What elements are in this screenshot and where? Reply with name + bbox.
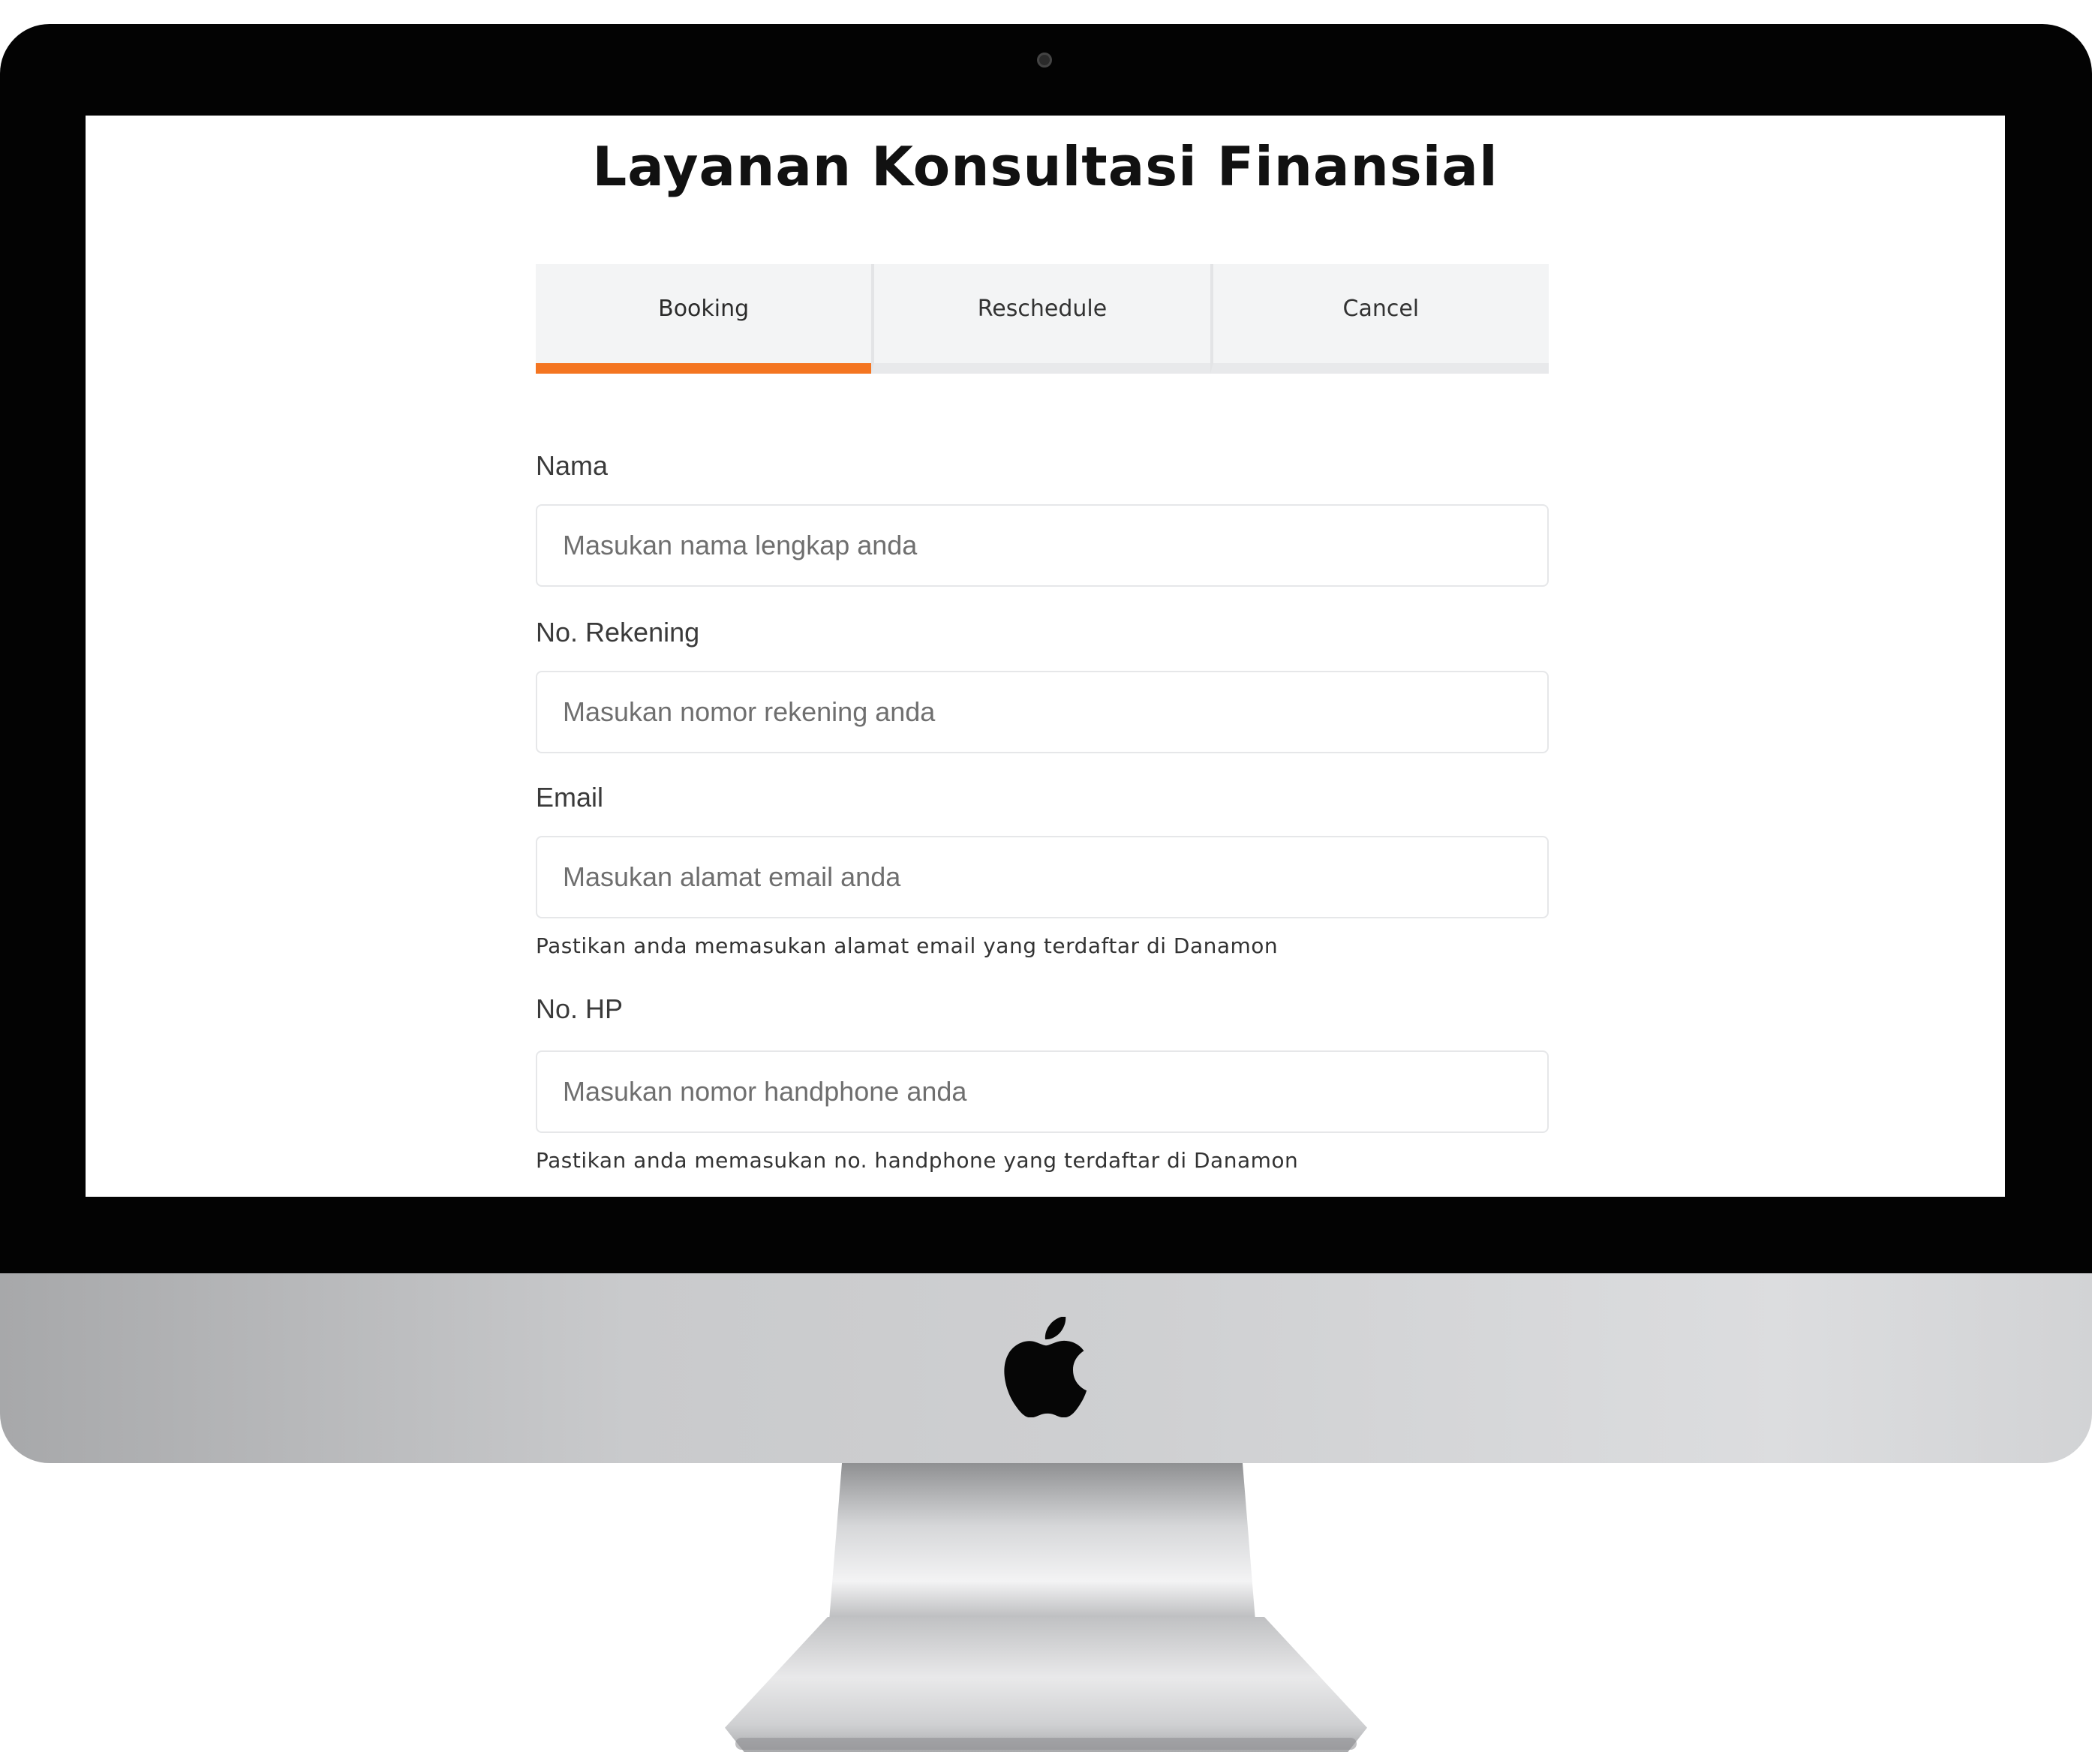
tab-reschedule[interactable]: Reschedule [871,264,1210,374]
monitor-stand-neck [829,1463,1255,1621]
page-title: Layanan Konsultasi Finansial [592,135,1498,198]
screen: Layanan Konsultasi Finansial Booking Res… [86,116,2005,1197]
nama-label: Nama [536,450,609,481]
apple-logo-icon [1004,1317,1087,1417]
camera-icon [1037,53,1052,68]
email-label: Email [536,782,604,813]
tab-cancel[interactable]: Cancel [1210,264,1549,374]
email-input[interactable] [536,836,1549,918]
hp-input[interactable] [536,1050,1549,1133]
tab-reschedule-label: Reschedule [977,295,1108,322]
hp-label: No. HP [536,993,624,1024]
tab-booking[interactable]: Booking [536,264,872,374]
hp-hint: Pastikan anda memasukan no. handphone ya… [536,1148,1299,1173]
nama-input[interactable] [536,504,1549,587]
tab-booking-label: Booking [658,295,750,322]
tab-cancel-label: Cancel [1342,295,1420,322]
monitor-stand-edge [735,1738,1357,1750]
email-hint: Pastikan anda memasukan alamat email yan… [536,933,1279,958]
monitor-stand-foot [725,1617,1367,1752]
rekening-label: No. Rekening [536,617,700,648]
tab-bar: Booking Reschedule Cancel [536,264,1549,374]
rekening-input[interactable] [536,671,1549,753]
